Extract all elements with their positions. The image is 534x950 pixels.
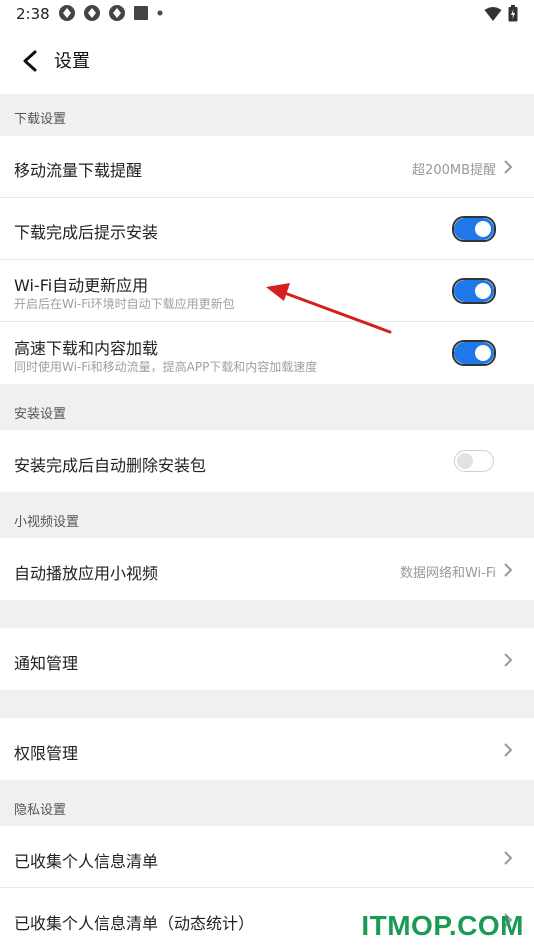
- row-title: 下载完成后提示安装: [14, 223, 159, 242]
- image-notification-icon: [134, 6, 148, 20]
- row-title: 已收集个人信息清单（动态统计）: [14, 914, 255, 933]
- row-value: 数据网络和Wi-Fi: [399, 566, 496, 581]
- row-wifi-auto-update: Wi-Fi自动更新应用 开启后在Wi-Fi环境时自动下载应用更新包: [0, 260, 534, 322]
- chevron-right-icon: [504, 851, 513, 865]
- wifi-icon: [484, 6, 502, 21]
- section-label: 安装设置: [14, 407, 67, 422]
- section-header-download: 下载设置: [0, 94, 534, 136]
- row-notification-management[interactable]: 通知管理: [0, 628, 534, 690]
- toggle-knob: [475, 221, 491, 237]
- more-notifications-dot-icon: [157, 10, 163, 16]
- app-header: 设置: [0, 28, 534, 94]
- fast-download-toggle[interactable]: [452, 340, 496, 366]
- toggle-knob: [475, 345, 491, 361]
- row-auto-delete-package: 安装完成后自动删除安装包: [0, 430, 534, 492]
- status-right: [484, 5, 518, 22]
- chevron-right-icon: [504, 160, 513, 174]
- row-title: 权限管理: [14, 744, 79, 763]
- page-title: 设置: [54, 51, 90, 72]
- chevron-right-icon: [504, 743, 513, 757]
- app-notification-icon: [59, 5, 75, 21]
- section-header-video: 小视频设置: [0, 492, 534, 538]
- chevron-right-icon: [504, 653, 513, 667]
- auto-delete-toggle[interactable]: [454, 450, 494, 472]
- row-permission-management[interactable]: 权限管理: [0, 718, 534, 780]
- status-bar: 2:38: [0, 0, 534, 28]
- toggle-knob: [457, 453, 473, 469]
- row-subtitle: 开启后在Wi-Fi环境时自动下载应用更新包: [14, 297, 235, 311]
- battery-icon: [508, 5, 518, 22]
- app-notification-icon: [84, 5, 100, 21]
- row-title: 高速下载和内容加载: [14, 339, 159, 358]
- wifi-auto-update-toggle[interactable]: [452, 278, 496, 304]
- toggle-knob: [475, 283, 491, 299]
- row-title: 通知管理: [14, 654, 79, 673]
- install-prompt-toggle[interactable]: [452, 216, 496, 242]
- row-title: Wi-Fi自动更新应用: [14, 276, 149, 295]
- chevron-right-icon: [504, 563, 513, 577]
- row-title: 安装完成后自动删除安装包: [14, 456, 207, 475]
- row-subtitle: 同时使用Wi-Fi和移动流量，提高APP下载和内容加载速度: [14, 360, 318, 374]
- notification-icons: [58, 4, 164, 22]
- row-install-prompt: 下载完成后提示安装: [0, 198, 534, 260]
- back-arrow-icon: [23, 50, 37, 72]
- section-label: 小视频设置: [14, 515, 80, 530]
- row-title: 已收集个人信息清单: [14, 852, 159, 871]
- section-header-privacy: 隐私设置: [0, 780, 534, 826]
- row-auto-play-video[interactable]: 自动播放应用小视频 数据网络和Wi-Fi: [0, 538, 534, 600]
- row-collected-info-list[interactable]: 已收集个人信息清单: [0, 826, 534, 888]
- row-title: 自动播放应用小视频: [14, 564, 159, 583]
- section-label: 隐私设置: [14, 803, 67, 818]
- app-notification-icon: [109, 5, 125, 21]
- row-mobile-data-reminder[interactable]: 移动流量下载提醒 超200MB提醒: [0, 136, 534, 198]
- section-header-install: 安装设置: [0, 384, 534, 430]
- watermark-logo: ITMOP.COM: [361, 910, 524, 941]
- section-label: 下载设置: [14, 112, 67, 127]
- row-value: 超200MB提醒: [412, 163, 496, 178]
- row-title: 移动流量下载提醒: [14, 161, 143, 180]
- back-button[interactable]: [14, 44, 48, 78]
- status-time: 2:38: [16, 5, 50, 23]
- row-fast-download: 高速下载和内容加载 同时使用Wi-Fi和移动流量，提高APP下载和内容加载速度: [0, 322, 534, 384]
